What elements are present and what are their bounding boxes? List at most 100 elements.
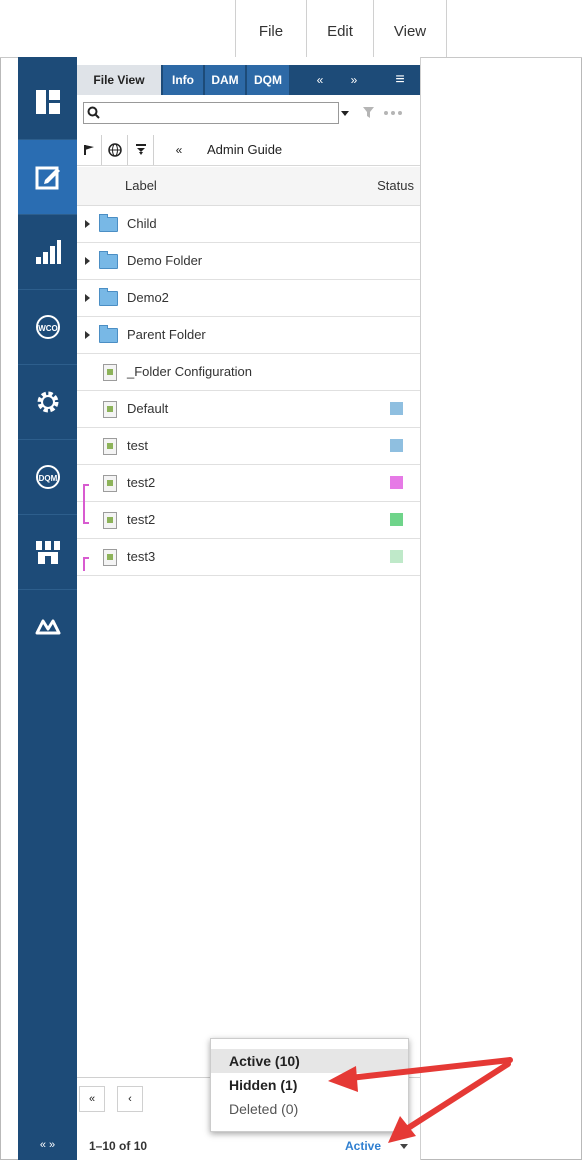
rail-wco[interactable]: WCO <box>18 290 77 365</box>
folder-icon <box>99 251 118 269</box>
prev-page-button[interactable]: ‹ <box>117 1086 143 1112</box>
option-deleted[interactable]: Deleted (0) <box>211 1097 408 1121</box>
collapse-label: « » <box>39 1139 56 1151</box>
row-label: test2 <box>127 475 156 490</box>
tab-file-view[interactable]: File View <box>77 65 161 95</box>
column-label[interactable]: Label <box>125 167 157 205</box>
filter-icon[interactable] <box>363 107 375 119</box>
file-icon <box>103 549 117 566</box>
tree-row-test2-variant[interactable]: test2 <box>77 502 420 539</box>
panel-tabs: File View Info DAM DQM « » ≡ <box>77 65 420 95</box>
file-icon <box>103 364 117 381</box>
variant-bracket <box>83 557 89 571</box>
folder-icon <box>99 214 118 232</box>
rail-store[interactable] <box>18 515 77 590</box>
option-hidden[interactable]: Hidden (1) <box>211 1073 408 1097</box>
expand-caret-icon[interactable] <box>85 220 90 228</box>
footer-bar: 1–10 of 10 Active <box>77 1132 420 1160</box>
tree-row-test[interactable]: test <box>77 428 420 465</box>
left-rail: WCO DQM « » <box>18 57 77 1160</box>
svg-text:DQM: DQM <box>38 474 57 483</box>
breadcrumb-toolbar: « Admin Guide <box>77 135 420 166</box>
store-icon <box>35 541 60 564</box>
analytics-icon <box>35 240 61 264</box>
row-label: Default <box>127 401 169 416</box>
tree-row-demo-folder[interactable]: Demo Folder <box>77 243 420 280</box>
file-icon <box>103 512 117 529</box>
status-filter-dropdown: Active (10) Hidden (1) Deleted (0) <box>210 1038 409 1132</box>
menu-edit[interactable]: Edit <box>306 0 373 57</box>
row-label: test <box>127 438 148 453</box>
dqm-icon: DQM <box>35 465 60 489</box>
tree-row-default[interactable]: Default <box>77 391 420 428</box>
settings-icon <box>37 391 58 413</box>
flag-button[interactable] <box>77 135 102 165</box>
menu-view[interactable]: View <box>373 0 447 57</box>
page-count: 1–10 of 10 <box>89 1139 148 1153</box>
row-label: Parent Folder <box>127 327 206 342</box>
flag-icon <box>84 145 94 155</box>
tab-info[interactable]: Info <box>163 65 203 95</box>
rail-settings[interactable] <box>18 365 77 440</box>
globe-icon <box>108 143 122 157</box>
status-indicator <box>390 402 403 415</box>
edit-icon <box>35 166 60 190</box>
row-label: Demo Folder <box>127 253 203 268</box>
tree-row-child[interactable]: Child <box>77 206 420 243</box>
rail-analytics[interactable] <box>18 215 77 290</box>
rail-infinity[interactable] <box>18 590 77 664</box>
row-label: test3 <box>127 549 156 564</box>
search-input[interactable] <box>83 102 339 124</box>
status-indicator <box>390 550 403 563</box>
tab-dqm[interactable]: DQM <box>247 65 289 95</box>
folder-icon <box>99 288 118 306</box>
breadcrumb-text[interactable]: Admin Guide <box>207 135 282 165</box>
column-status[interactable]: Status <box>377 167 414 205</box>
rail-collapse-toggle[interactable]: « » <box>18 1130 77 1160</box>
row-label: Demo2 <box>127 290 169 305</box>
menu-file[interactable]: File <box>235 0 306 57</box>
status-indicator <box>390 439 403 452</box>
filter-down-button[interactable] <box>129 135 154 165</box>
tree-row-folder-configuration[interactable]: _Folder Configuration <box>77 354 420 391</box>
status-filter-select[interactable]: Active <box>345 1139 381 1153</box>
first-page-button[interactable]: « <box>79 1086 105 1112</box>
folder-icon <box>99 325 118 343</box>
tree-row-test3[interactable]: test3 <box>77 539 420 576</box>
search-dropdown-button[interactable] <box>339 102 353 124</box>
chevron-down-icon[interactable] <box>400 1143 408 1151</box>
scroll-right-icon[interactable]: » <box>341 65 367 95</box>
hamburger-menu-icon[interactable]: ≡ <box>387 65 413 95</box>
expand-caret-icon[interactable] <box>85 257 90 265</box>
rail-edit[interactable] <box>18 140 77 215</box>
file-icon <box>103 475 117 492</box>
infinity-icon <box>35 619 60 635</box>
variant-bracket <box>83 484 89 524</box>
status-indicator <box>390 513 403 526</box>
wco-icon: WCO <box>35 315 60 339</box>
scroll-left-icon[interactable]: « <box>307 65 333 95</box>
tab-dam[interactable]: DAM <box>205 65 245 95</box>
file-icon <box>103 438 117 455</box>
rewind-button[interactable]: « <box>167 135 191 165</box>
row-label: _Folder Configuration <box>127 364 253 379</box>
rail-dashboard[interactable] <box>18 65 77 140</box>
option-active[interactable]: Active (10) <box>211 1049 408 1073</box>
file-panel: File View Info DAM DQM « » ≡ « Admin Gui <box>77 57 421 1160</box>
column-header: Label Status <box>77 167 420 206</box>
file-icon <box>103 401 117 418</box>
svg-text:WCO: WCO <box>38 324 58 333</box>
tree-row-demo2[interactable]: Demo2 <box>77 280 420 317</box>
row-label: Child <box>127 216 157 231</box>
row-label: test2 <box>127 512 156 527</box>
search-bar <box>83 102 420 124</box>
globe-button[interactable] <box>103 135 128 165</box>
expand-caret-icon[interactable] <box>85 294 90 302</box>
expand-caret-icon[interactable] <box>85 331 90 339</box>
rail-dqm[interactable]: DQM <box>18 440 77 515</box>
tree-row-test2[interactable]: test2 <box>77 465 420 502</box>
search-icon <box>87 106 100 119</box>
tree-row-parent-folder[interactable]: Parent Folder <box>77 317 420 354</box>
more-icon[interactable] <box>383 110 405 116</box>
rewind-icon: « <box>175 143 183 157</box>
